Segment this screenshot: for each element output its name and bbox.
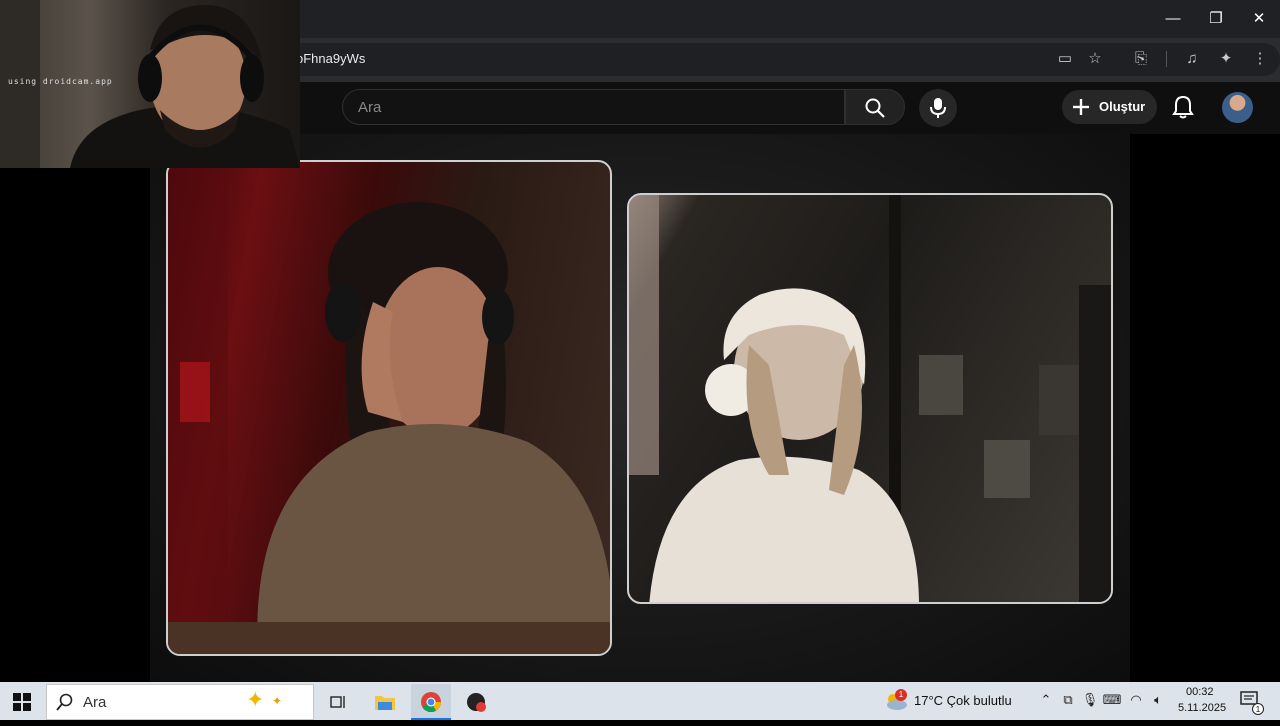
restore-button[interactable]: ❐ xyxy=(1201,9,1231,29)
plus-icon xyxy=(1073,99,1089,115)
microphone-tray-icon[interactable]: 🎙︎ xyxy=(1080,692,1100,708)
sparkle-small-icon: ✦ xyxy=(272,694,283,708)
video-panel-right xyxy=(627,193,1113,604)
show-hidden-icons-button[interactable]: ⌃ xyxy=(1036,692,1056,708)
weather-badge: 1 xyxy=(895,689,907,701)
app-taskbar-button[interactable] xyxy=(457,684,497,720)
clock-time[interactable]: 00:32 xyxy=(1186,686,1214,698)
url-text[interactable]: oFhna9yWs xyxy=(296,51,365,66)
search-icon xyxy=(865,98,885,118)
translate-icon[interactable]: ⎘ xyxy=(1130,49,1152,69)
search-input[interactable] xyxy=(342,89,845,125)
notifications-button[interactable] xyxy=(1168,92,1198,122)
webcam-watermark: using droidcam.app xyxy=(8,77,113,86)
task-view-icon xyxy=(330,696,345,708)
webcam-overlay: using droidcam.app xyxy=(0,0,300,168)
more-menu-icon[interactable]: ⋮ xyxy=(1249,49,1271,69)
create-label: Oluştur xyxy=(1099,99,1146,114)
account-avatar[interactable] xyxy=(1222,92,1253,123)
folder-icon xyxy=(375,696,395,710)
video-panel-left xyxy=(166,160,612,656)
webcam-tray-icon[interactable]: ⧉ xyxy=(1058,692,1078,708)
start-button[interactable] xyxy=(12,692,32,717)
search-button[interactable] xyxy=(845,89,905,125)
extensions-icon[interactable]: ✦ xyxy=(1215,49,1237,69)
weather-text: 17°C Çok bulutlu xyxy=(914,693,1012,708)
close-button[interactable]: ✕ xyxy=(1244,9,1274,29)
woman-in-beanie-image xyxy=(629,195,1111,602)
bell-icon xyxy=(1172,95,1194,119)
media-control-icon[interactable]: ♫ xyxy=(1181,49,1203,69)
volume-icon[interactable]: 🔈︎ xyxy=(1148,692,1168,708)
minimize-button[interactable]: — xyxy=(1158,9,1188,29)
woman-with-headphones-image xyxy=(168,162,610,654)
taskbar-search-placeholder: Ara xyxy=(83,694,107,711)
notification-badge: 1 xyxy=(1252,703,1264,715)
recording-app-icon xyxy=(467,693,486,712)
windows-logo-icon xyxy=(13,693,31,711)
toolbar-divider xyxy=(1166,51,1167,67)
cast-icon[interactable]: ▭ xyxy=(1054,49,1076,69)
bookmark-star-icon[interactable]: ☆ xyxy=(1084,49,1106,69)
task-view-button[interactable] xyxy=(318,684,358,720)
microphone-icon xyxy=(930,98,946,118)
search-placeholder: Ara xyxy=(358,99,382,116)
voice-search-button[interactable] xyxy=(919,89,957,127)
clock-date[interactable]: 5.11.2025 xyxy=(1178,702,1226,714)
chrome-taskbar-button[interactable] xyxy=(411,684,451,720)
taskbar-search-icon xyxy=(56,693,73,711)
file-explorer-button[interactable] xyxy=(365,684,405,720)
wifi-icon[interactable]: ◠ xyxy=(1126,692,1146,708)
keyboard-language-icon[interactable]: ⌨ xyxy=(1102,692,1122,708)
chrome-icon xyxy=(421,692,442,713)
sparkle-icon: ✦ xyxy=(246,687,265,712)
